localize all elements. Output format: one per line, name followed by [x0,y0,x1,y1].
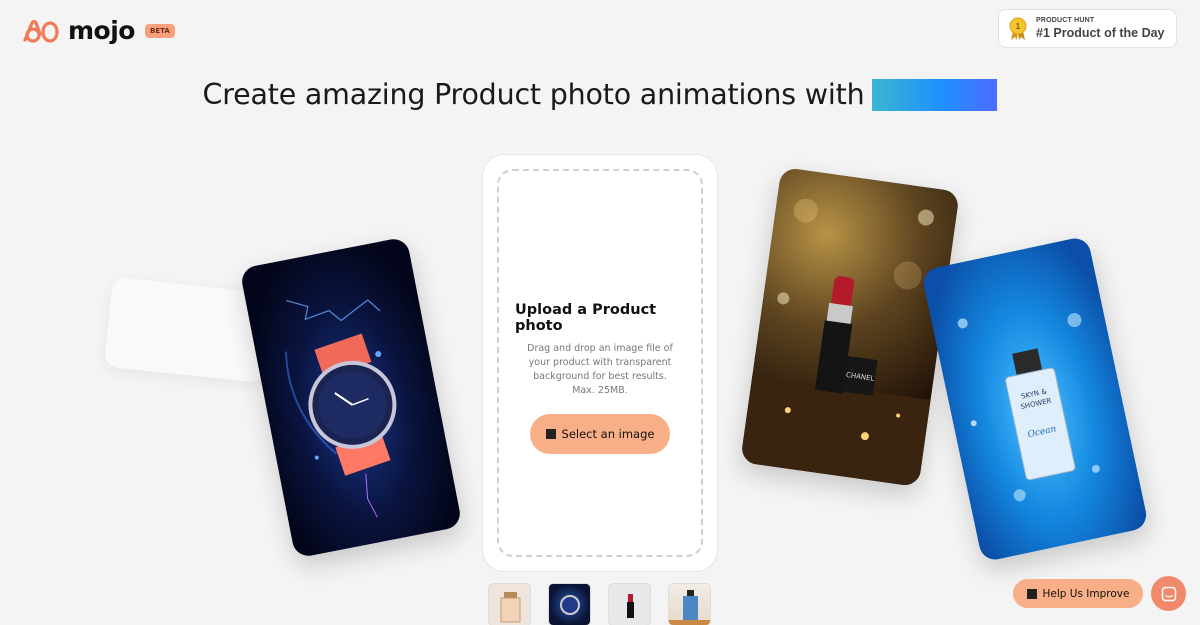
thumbnail-watch-blue[interactable] [548,583,591,625]
lipstick-thumb-icon [627,594,634,618]
thumbnail-perfume-ocean[interactable] [668,583,711,625]
help-us-improve-button[interactable]: Help Us Improve [1013,579,1143,608]
upload-description: Drag and drop an image file of your prod… [527,343,673,396]
thumbnail-lipstick-gray[interactable] [608,583,651,625]
perfume-image: SKYN & SHOWER Ocean [957,313,1100,502]
hero-headline: Create amazing Product photo animations … [0,78,1200,111]
product-hunt-label: PRODUCT HUNT [1036,17,1095,24]
watch-image [285,299,397,518]
product-hunt-title: #1 Product of the Day [1036,26,1165,40]
upload-dropzone-card[interactable]: Upload a Product photo Drag and drop an … [482,154,718,572]
watch-thumb-icon [560,595,580,615]
showcase-card-perfume: SKYN & SHOWER Ocean [920,235,1150,563]
thumbnail-perfume-beige[interactable] [488,583,531,625]
page-title: Create amazing Product photo animations … [202,78,865,111]
brand-logo[interactable]: mojo BETA [22,16,175,45]
upload-dropzone[interactable]: Upload a Product photo Drag and drop an … [497,169,703,557]
select-image-button[interactable]: Select an image [530,414,670,454]
logo-text: mojo [68,16,135,45]
perfume-ocean-thumb-icon [669,590,710,625]
select-image-label: Select an image [561,427,655,441]
perfume-thumb-icon [500,592,521,623]
showcase-card-lipstick: CHANEL [740,166,960,488]
lipstick-image: CHANEL [740,198,934,488]
upload-title: Upload a Product photo [515,302,657,334]
mojo-logo-icon [23,19,59,43]
beta-badge: BETA [144,23,175,38]
animated-word-placeholder [872,78,998,111]
sample-thumbnails [488,583,711,625]
feedback-icon [1026,588,1037,599]
image-icon [545,429,556,439]
svg-text:1: 1 [1016,22,1021,31]
help-us-improve-label: Help Us Improve [1042,587,1130,600]
product-hunt-badge[interactable]: 1 PRODUCT HUNT #1 Product of the Day [998,9,1177,48]
chat-launcher-button[interactable] [1151,576,1186,611]
showcase-card-watch [239,236,463,559]
chat-icon [1161,586,1176,601]
medal-icon: 1 [1009,17,1027,40]
